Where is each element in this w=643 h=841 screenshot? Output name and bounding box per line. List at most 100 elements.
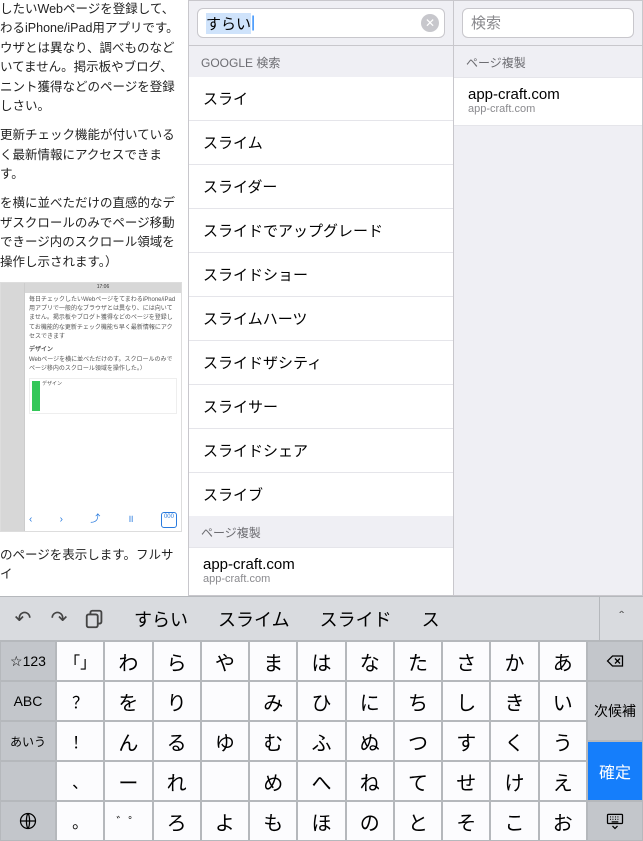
kana-key[interactable]: ？ (56, 681, 104, 721)
kana-key[interactable]: や (201, 641, 249, 681)
kana-key[interactable]: る (153, 721, 201, 761)
suggestion-item[interactable]: スライドショー (189, 253, 453, 297)
kana-key[interactable]: た (394, 641, 442, 681)
suggestion-item[interactable]: スライドシェア (189, 429, 453, 473)
kana-key[interactable]: め (249, 761, 297, 801)
kana-key[interactable]: あ (539, 641, 587, 681)
kana-key[interactable]: す (442, 721, 490, 761)
kana-key[interactable]: う (539, 721, 587, 761)
next-candidate-key[interactable]: 次候補 (587, 681, 643, 741)
kana-key[interactable]: ゆ (201, 721, 249, 761)
empty-func-key[interactable] (0, 761, 56, 801)
kana-key[interactable]: の (346, 801, 394, 841)
page-duplicate-item[interactable]: app-craft.com app-craft.com (189, 547, 453, 595)
suggestion-item[interactable]: スライム (189, 121, 453, 165)
candidate-word[interactable]: すらい (134, 606, 188, 632)
kana-key[interactable]: け (490, 761, 538, 801)
kana-key[interactable]: 。 (56, 801, 104, 841)
kana-key[interactable]: も (249, 801, 297, 841)
kana-key[interactable]: ー (104, 761, 152, 801)
kana-key[interactable]: さ (442, 641, 490, 681)
article-para: のページを表示します。フルサイ (0, 546, 182, 585)
kana-key[interactable]: み (249, 681, 297, 721)
redo-icon[interactable]: ↷ (48, 606, 70, 631)
thumb-toolbar: ‹›⤴॥000 (29, 512, 177, 528)
kana-key[interactable]: え (539, 761, 587, 801)
kana-key[interactable]: こ (490, 801, 538, 841)
kana-key[interactable]: り (153, 681, 201, 721)
dup-subtitle: app-craft.com (468, 103, 628, 115)
kana-key[interactable]: ろ (153, 801, 201, 841)
confirm-key[interactable]: 確定 (587, 741, 643, 801)
kana-key[interactable]: ち (394, 681, 442, 721)
kana-key[interactable]: い (539, 681, 587, 721)
kana-key[interactable]: つ (394, 721, 442, 761)
keyboard-main: 「」 わ ら や ま は な た さ か あ ？ を り み (56, 641, 587, 841)
copy-icon[interactable] (84, 606, 106, 631)
kana-key[interactable]: と (394, 801, 442, 841)
backspace-key[interactable] (587, 641, 643, 681)
globe-key[interactable] (0, 801, 56, 841)
suggestion-item[interactable]: スライサー (189, 385, 453, 429)
right-search-input[interactable] (462, 8, 634, 38)
kana-key[interactable]: 、 (56, 761, 104, 801)
kana-key[interactable]: て (394, 761, 442, 801)
keyboard-left-functions: ☆123 ABC あいう (0, 641, 56, 841)
candidate-list: すらい スライム スライド ス (118, 606, 599, 632)
suggestion-item[interactable]: スライ (189, 77, 453, 121)
kana-key[interactable] (201, 761, 249, 801)
kana-key[interactable]: ぬ (346, 721, 394, 761)
candidate-word[interactable]: スライム (218, 606, 290, 632)
suggestion-item[interactable]: スライダー (189, 165, 453, 209)
kana-key[interactable]: ら (153, 641, 201, 681)
dakuten-key[interactable]: ゛゜ (104, 801, 152, 841)
undo-icon[interactable]: ↶ (12, 606, 34, 631)
kana-key[interactable]: そ (442, 801, 490, 841)
candidate-word[interactable]: ス (422, 606, 440, 632)
search-input-text[interactable]: すらい (206, 13, 251, 34)
article-para: 更新チェック機能が付いているく最新情報にアクセスできます。 (0, 126, 182, 184)
candidate-word[interactable]: スライド (320, 606, 392, 632)
thumb-time: 17:06 (25, 283, 181, 293)
mode-kana-key[interactable]: あいう (0, 721, 56, 761)
kana-key[interactable]: ね (346, 761, 394, 801)
right-search-field[interactable] (471, 15, 607, 32)
dismiss-keyboard-key[interactable] (587, 801, 643, 841)
kana-key[interactable]: か (490, 641, 538, 681)
kana-key[interactable]: し (442, 681, 490, 721)
page-duplicate-item[interactable]: app-craft.com app-craft.com (454, 77, 642, 126)
kana-key[interactable]: へ (297, 761, 345, 801)
kana-key[interactable]: ほ (297, 801, 345, 841)
kana-key[interactable]: せ (442, 761, 490, 801)
kana-key[interactable]: く (490, 721, 538, 761)
mode-numbers-key[interactable]: ☆123 (0, 641, 56, 681)
screenshot-thumbnail: 17:06 毎日チェックしたいWebページをてまわるiPhone/iPad用アプ… (0, 282, 182, 532)
candidate-expand-icon[interactable]: ＾ (599, 597, 643, 640)
kana-key[interactable]: な (346, 641, 394, 681)
kana-key[interactable]: む (249, 721, 297, 761)
kana-key[interactable] (201, 681, 249, 721)
kana-key[interactable]: き (490, 681, 538, 721)
kana-key[interactable]: わ (104, 641, 152, 681)
search-input-wrap[interactable]: すらい| ✕ (197, 8, 445, 38)
kana-key[interactable]: ま (249, 641, 297, 681)
kana-key[interactable]: ひ (297, 681, 345, 721)
kana-key[interactable]: よ (201, 801, 249, 841)
page-duplicate-header: ページ複製 (189, 516, 453, 547)
suggestion-item[interactable]: スライムハーツ (189, 297, 453, 341)
kana-key[interactable]: 「」 (56, 641, 104, 681)
kana-key[interactable]: れ (153, 761, 201, 801)
suggestion-item[interactable]: スライブ (189, 473, 453, 516)
clear-icon[interactable]: ✕ (421, 14, 439, 32)
background-article: したいWebページを登録して、わるiPhone/iPad用アプリです。ウザとは異… (0, 0, 188, 596)
mode-abc-key[interactable]: ABC (0, 681, 56, 721)
kana-key[interactable]: ！ (56, 721, 104, 761)
suggestion-item[interactable]: スライドでアップグレード (189, 209, 453, 253)
suggestion-item[interactable]: スライドザシティ (189, 341, 453, 385)
kana-key[interactable]: ん (104, 721, 152, 761)
kana-key[interactable]: は (297, 641, 345, 681)
kana-key[interactable]: に (346, 681, 394, 721)
kana-key[interactable]: を (104, 681, 152, 721)
kana-key[interactable]: お (539, 801, 587, 841)
kana-key[interactable]: ふ (297, 721, 345, 761)
